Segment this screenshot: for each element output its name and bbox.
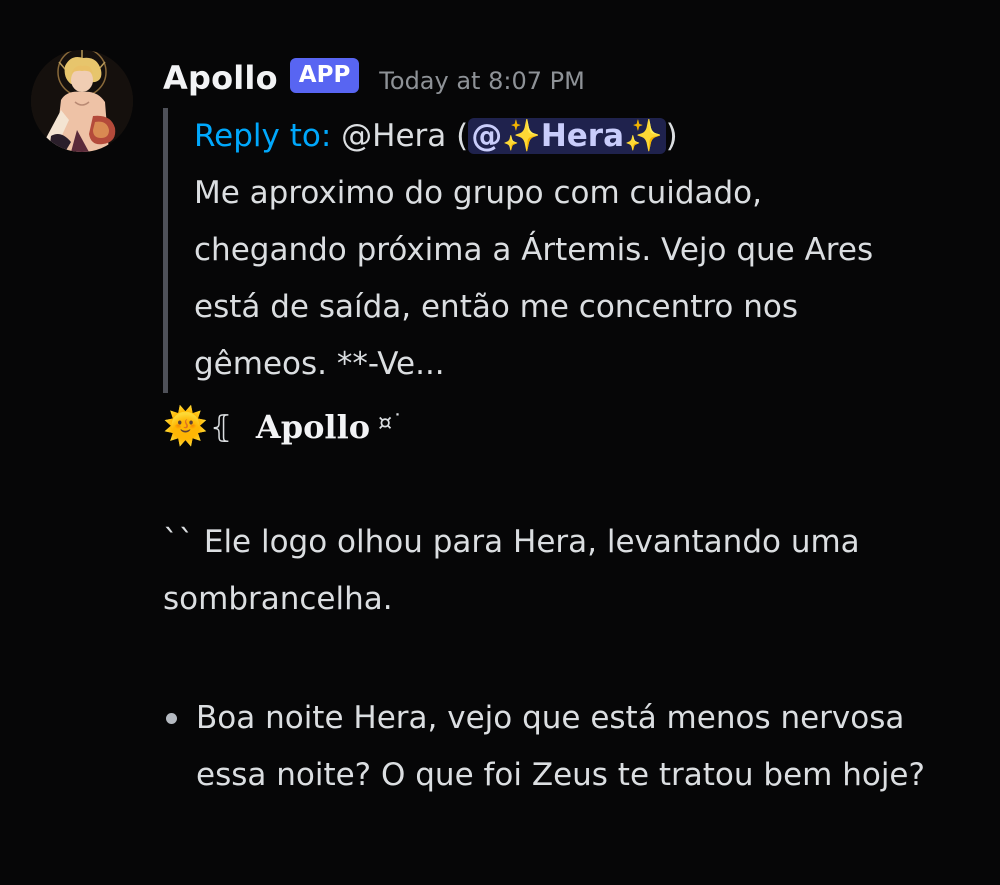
app-badge: APP [289, 57, 360, 93]
signature-name: Apollo [255, 408, 371, 446]
apollo-avatar-icon [31, 50, 133, 152]
signature-symbol: ¤˙ [378, 410, 404, 436]
avatar[interactable] [31, 50, 133, 152]
list-item-text: Boa noite Hera, vejo que está menos nerv… [196, 700, 925, 793]
sun-emoji-icon: 🌞 [163, 406, 208, 447]
quote-reply-line: Reply to: @Hera (@✨Hera✨) [194, 108, 1000, 165]
list-item: Boa noite Hera, vejo que está menos nerv… [163, 690, 973, 804]
reply-close: ) [665, 118, 678, 154]
chat-message: Apollo APP Today at 8:07 PM Reply to: @H… [0, 0, 1000, 885]
user-mention[interactable]: @✨Hera✨ [468, 118, 666, 154]
quote-line: chegando próxima a Ártemis. Vejo que Are… [194, 232, 874, 268]
signature-bracket: ⦃ [209, 409, 232, 445]
message-header: Apollo APP Today at 8:07 PM [163, 52, 585, 104]
quote-line: está de saída, então me concentro nos [194, 289, 799, 325]
message-paragraph: `` Ele logo olhou para Hera, levantando … [163, 524, 860, 617]
reply-quote: Reply to: @Hera (@✨Hera✨) Me aproximo do… [163, 108, 1000, 393]
author-name[interactable]: Apollo [163, 59, 278, 97]
quote-line: Me aproximo do grupo com cuidado, [194, 175, 763, 211]
bullet-dot-icon [166, 713, 177, 724]
reply-handle: @Hera ( [331, 118, 469, 154]
quote-line: gêmeos. **-Ve... [194, 346, 445, 382]
signature-line: 🌞 ⦃ Apollo ¤˙ [163, 402, 403, 452]
reply-to-label[interactable]: Reply to: [194, 118, 331, 154]
message-timestamp[interactable]: Today at 8:07 PM [379, 67, 585, 95]
